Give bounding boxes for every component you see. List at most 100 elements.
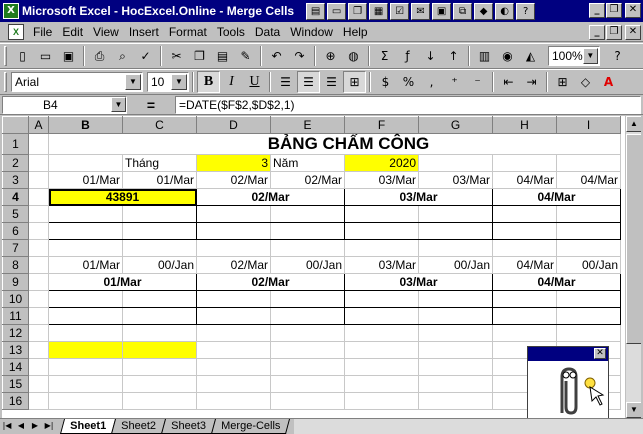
increase-indent-icon[interactable]: ⇥: [520, 71, 543, 93]
formula-input[interactable]: =DATE($F$2,$D$2,1): [175, 95, 641, 114]
function-icon[interactable]: ƒ: [396, 45, 419, 67]
menu-view[interactable]: View: [88, 25, 124, 39]
date-cell[interactable]: 02/Mar: [196, 256, 271, 274]
date-cell[interactable]: 04/Mar: [492, 256, 557, 274]
menu-help[interactable]: Help: [338, 25, 373, 39]
scroll-down-icon[interactable]: ▼: [626, 402, 641, 418]
sort-descending-icon[interactable]: ↑: [442, 45, 465, 67]
close-icon[interactable]: ✕: [594, 348, 606, 359]
first-sheet-icon[interactable]: |◀: [0, 419, 14, 433]
briefcase-icon[interactable]: ◆: [474, 2, 494, 20]
percent-icon[interactable]: %: [397, 71, 420, 93]
date-cell[interactable]: 00/Jan: [556, 256, 621, 274]
row-header[interactable]: 1: [2, 133, 29, 155]
tab-sheet1[interactable]: Sheet1: [59, 419, 117, 434]
calendar-icon[interactable]: ▦: [369, 2, 389, 20]
window-icon[interactable]: ▣: [432, 2, 452, 20]
year-value[interactable]: 2020: [344, 154, 419, 172]
align-right-icon[interactable]: ☰: [320, 71, 343, 93]
fill-color-icon[interactable]: ◇: [574, 71, 597, 93]
date-cell[interactable]: 02/Mar: [270, 171, 345, 189]
help-icon[interactable]: ?: [516, 2, 536, 20]
print-icon[interactable]: ⎙: [88, 45, 111, 67]
decrease-indent-icon[interactable]: ⇤: [497, 71, 520, 93]
row-header[interactable]: 12: [2, 324, 29, 342]
col-header[interactable]: F: [344, 116, 419, 134]
active-cell-b4[interactable]: 43891: [48, 188, 197, 206]
sort-ascending-icon[interactable]: ↓: [419, 45, 442, 67]
row-header[interactable]: 15: [2, 375, 29, 393]
tab-merge-cells[interactable]: Merge-Cells: [210, 419, 291, 434]
col-header[interactable]: G: [418, 116, 493, 134]
chevron-down-icon[interactable]: ▼: [111, 97, 126, 112]
open-icon[interactable]: ▭: [34, 45, 57, 67]
redo-icon[interactable]: ↷: [288, 45, 311, 67]
hyperlink-icon[interactable]: ⊕: [319, 45, 342, 67]
row-header[interactable]: 11: [2, 307, 29, 325]
date-cell[interactable]: 02/Mar: [196, 171, 271, 189]
chevron-down-icon[interactable]: ▼: [125, 74, 141, 90]
row-header[interactable]: 16: [2, 392, 29, 410]
menu-window[interactable]: Window: [285, 25, 338, 39]
underline-button[interactable]: U: [243, 71, 266, 93]
restore-button[interactable]: ❐: [606, 3, 622, 18]
date-cell[interactable]: 03/Mar: [344, 256, 419, 274]
close-button[interactable]: ✕: [625, 3, 641, 18]
merged-date-cell[interactable]: 04/Mar: [492, 273, 621, 291]
chevron-down-icon[interactable]: ▼: [171, 74, 187, 90]
date-cell[interactable]: 01/Mar: [48, 256, 123, 274]
merged-date-cell[interactable]: 01/Mar: [48, 273, 197, 291]
last-sheet-icon[interactable]: ▶|: [42, 419, 56, 433]
highlight-cell[interactable]: [48, 341, 123, 359]
format-painter-icon[interactable]: ✎: [234, 45, 257, 67]
vertical-scrollbar[interactable]: ▲ ▼: [625, 116, 641, 418]
col-header[interactable]: I: [556, 116, 621, 134]
next-sheet-icon[interactable]: ▶: [28, 419, 42, 433]
align-center-icon[interactable]: ☰: [297, 71, 320, 93]
wb-close-button[interactable]: ✕: [625, 25, 641, 40]
month-value[interactable]: 3: [196, 154, 271, 172]
row-header[interactable]: 13: [2, 341, 29, 359]
col-header[interactable]: A: [28, 116, 49, 134]
font-combo[interactable]: Arial ▼: [11, 72, 143, 92]
scroll-thumb[interactable]: [626, 134, 641, 344]
toolbar-grip[interactable]: [4, 46, 7, 66]
bold-button[interactable]: B: [197, 71, 220, 93]
drawing-icon[interactable]: ◭: [519, 45, 542, 67]
menu-edit[interactable]: Edit: [57, 25, 88, 39]
note-icon[interactable]: ✉: [411, 2, 431, 20]
merged-date-cell[interactable]: 03/Mar: [344, 273, 493, 291]
scroll-up-icon[interactable]: ▲: [626, 116, 641, 132]
font-size-combo[interactable]: 10 ▼: [147, 72, 189, 92]
row-header[interactable]: 4: [2, 188, 29, 206]
row-header[interactable]: 10: [2, 290, 29, 308]
row-header[interactable]: 8: [2, 256, 29, 274]
row-header[interactable]: 5: [2, 205, 29, 223]
col-header[interactable]: C: [122, 116, 197, 134]
copy-icon[interactable]: ❐: [348, 2, 368, 20]
new-icon[interactable]: ▯: [11, 45, 34, 67]
decrease-decimal-icon[interactable]: ⁻: [466, 71, 489, 93]
col-header[interactable]: D: [196, 116, 271, 134]
map-icon[interactable]: ◉: [496, 45, 519, 67]
menu-tools[interactable]: Tools: [212, 25, 250, 39]
italic-button[interactable]: I: [220, 71, 243, 93]
menu-insert[interactable]: Insert: [124, 25, 164, 39]
workbook-icon[interactable]: X: [8, 23, 24, 40]
paste-icon[interactable]: ▤: [211, 45, 234, 67]
minimize-button[interactable]: _: [589, 3, 605, 18]
row-header[interactable]: 2: [2, 154, 29, 172]
prev-sheet-icon[interactable]: ◀: [14, 419, 28, 433]
wb-minimize-button[interactable]: _: [589, 25, 605, 40]
zoom-combo[interactable]: 100% ▼: [548, 46, 600, 66]
office-assistant[interactable]: ✕: [527, 346, 609, 424]
date-cell[interactable]: 03/Mar: [418, 171, 493, 189]
font-color-icon[interactable]: A: [597, 71, 620, 93]
office-assistant-icon[interactable]: ?: [606, 45, 629, 67]
col-header[interactable]: B: [48, 116, 123, 134]
row-header[interactable]: 9: [2, 273, 29, 291]
row-header[interactable]: 3: [2, 171, 29, 189]
currency-icon[interactable]: $: [374, 71, 397, 93]
align-left-icon[interactable]: ☰: [274, 71, 297, 93]
date-cell[interactable]: 03/Mar: [344, 171, 419, 189]
